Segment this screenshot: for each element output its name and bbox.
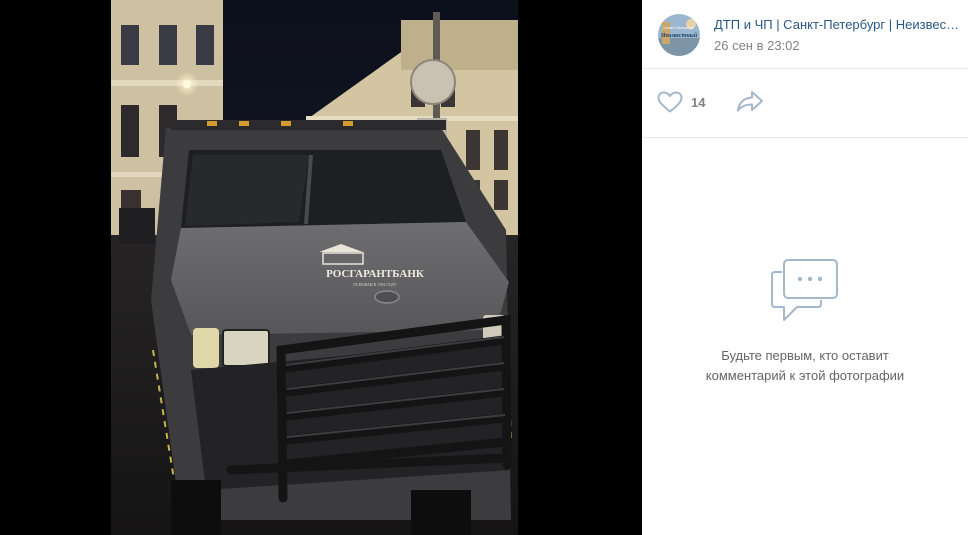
photo-image: РОСГАРАНТБАНК ОСНОВАН В 1994 ГОДУ — [111, 0, 518, 535]
avatar[interactable]: Санкт-Петербург Неизвестный — [658, 14, 700, 56]
author-link[interactable]: ДТП и ЧП | Санкт-Петербург | Неизвестный… — [714, 17, 962, 32]
comments-empty-state: Будьте первым, кто оставит комментарий к… — [642, 258, 968, 386]
side-panel: Санкт-Петербург Неизвестный ДТП и ЧП | С… — [642, 0, 968, 535]
post-actions: 14 — [642, 69, 968, 138]
post-date[interactable]: 26 сен в 23:02 — [714, 38, 800, 53]
share-arrow-icon — [737, 91, 763, 112]
speech-bubbles-icon — [770, 258, 840, 324]
photo[interactable]: РОСГАРАНТБАНК ОСНОВАН В 1994 ГОДУ — [111, 0, 518, 535]
hood-logo-text: РОСГАРАНТБАНК — [326, 268, 424, 280]
photo-viewer: РОСГАРАНТБАНК ОСНОВАН В 1994 ГОДУ — [0, 0, 642, 535]
like-button[interactable]: 14 — [657, 89, 705, 115]
avatar-text-top: Санкт-Петербург — [663, 25, 695, 30]
like-count: 14 — [691, 94, 706, 110]
heart-icon — [657, 91, 683, 113]
empty-comments-text: Будьте первым, кто оставит комментарий к… — [705, 348, 905, 383]
avatar-text-bottom: Неизвестный — [660, 32, 698, 39]
hood-logo-subtext: ОСНОВАН В 1994 ГОДУ — [353, 282, 397, 287]
share-button[interactable] — [736, 89, 764, 113]
post-header: Санкт-Петербург Неизвестный ДТП и ЧП | С… — [642, 0, 968, 69]
